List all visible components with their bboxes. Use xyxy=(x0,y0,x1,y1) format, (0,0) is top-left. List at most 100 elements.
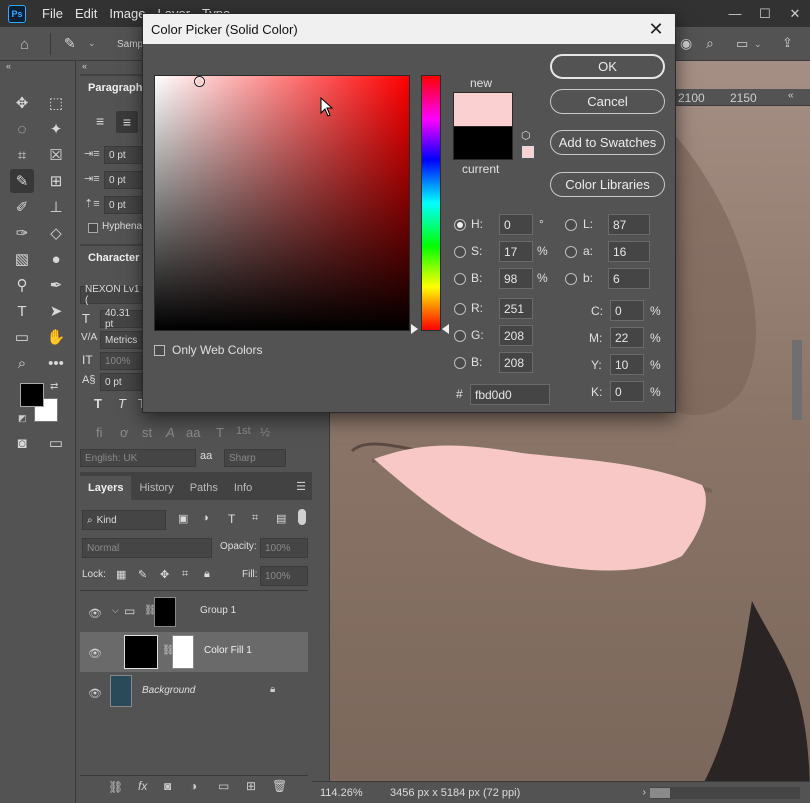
magic-wand-icon[interactable]: ✦ xyxy=(44,117,68,141)
home-icon[interactable]: ⌂ xyxy=(20,36,29,53)
blur-tool-icon[interactable]: ● xyxy=(44,247,68,271)
filter-adjustment-icon[interactable]: ◑ xyxy=(202,512,209,524)
hue-slider[interactable] xyxy=(421,75,441,331)
gradient-tool-icon[interactable]: ▧ xyxy=(10,247,34,271)
more-tools-icon[interactable]: ••• xyxy=(44,351,68,375)
brush-tool-icon[interactable]: ✐ xyxy=(10,195,34,219)
current-color-swatch[interactable] xyxy=(453,126,513,160)
saturation-brightness-field[interactable] xyxy=(154,75,410,331)
spot-healing-icon[interactable]: ⊞ xyxy=(44,169,68,193)
lock-artboard-icon[interactable]: ⌗ xyxy=(182,568,188,581)
red-input[interactable]: 251 xyxy=(499,298,533,319)
align-center-icon[interactable]: ≡ xyxy=(116,111,138,133)
lasso-tool-icon[interactable]: ◌ xyxy=(10,117,34,141)
blend-mode-select[interactable]: Normal xyxy=(82,538,212,558)
foreground-color-swatch[interactable] xyxy=(20,383,44,407)
zoom-level[interactable]: 114.26% xyxy=(320,787,380,799)
layer-row-group[interactable]: 👁︎ ⌵ ▭ ⛓ Group 1 xyxy=(80,592,308,632)
color-marker[interactable] xyxy=(193,76,205,88)
out-of-gamut-cube-icon[interactable]: ⬡ xyxy=(521,129,531,142)
collapse-icon[interactable]: « xyxy=(6,61,11,71)
minimize-icon[interactable]: — xyxy=(720,0,750,27)
web-safe-swatch[interactable] xyxy=(522,146,534,158)
font-size-field[interactable]: 40.31 pt xyxy=(100,308,142,330)
blue-input[interactable]: 208 xyxy=(499,352,533,373)
brightness-input[interactable]: 98 xyxy=(499,268,533,289)
magenta-input[interactable]: 22 xyxy=(610,327,644,348)
baseline-shift-field[interactable]: 0 pt xyxy=(100,373,142,391)
tab-history[interactable]: History xyxy=(131,476,181,500)
tab-character[interactable]: Character xyxy=(80,246,148,270)
history-brush-icon[interactable]: ✑ xyxy=(10,221,34,245)
add-to-swatches-button[interactable]: Add to Swatches xyxy=(550,130,665,155)
zoom-tool-icon[interactable]: ⌕ xyxy=(10,351,34,375)
eyedropper-tool-icon[interactable]: ✎ xyxy=(64,35,76,52)
a-channel-radio[interactable] xyxy=(565,246,577,258)
account-icon[interactable]: ◉ xyxy=(680,35,692,52)
red-radio[interactable] xyxy=(454,303,466,315)
stamp-tool-icon[interactable]: ⊥ xyxy=(44,195,68,219)
collapse-icon[interactable]: « xyxy=(788,90,794,101)
green-radio[interactable] xyxy=(454,330,466,342)
layer-style-icon[interactable]: fx xyxy=(138,779,147,793)
type-tool-icon[interactable]: T xyxy=(10,299,34,323)
align-left-icon[interactable]: ≡ xyxy=(96,113,104,129)
rectangle-tool-icon[interactable]: ▭ xyxy=(10,325,34,349)
share-icon[interactable]: ⇪ xyxy=(782,35,793,51)
vertical-scrollbar-thumb[interactable] xyxy=(792,340,802,420)
dodge-tool-icon[interactable]: ⚲ xyxy=(10,273,34,297)
filter-shape-icon[interactable]: ⌗ xyxy=(252,512,258,525)
faux-bold-button[interactable]: T xyxy=(94,396,102,411)
tab-info[interactable]: Info xyxy=(226,476,260,500)
collapse-icon[interactable]: « xyxy=(82,61,87,71)
stylistic-alternates-button[interactable]: aa xyxy=(186,425,200,440)
filter-type-icon[interactable]: T xyxy=(228,512,235,526)
saturation-input[interactable]: 17 xyxy=(499,241,533,262)
layer-filter-select[interactable]: ⌕ Kind xyxy=(82,510,166,530)
screen-mode-icon[interactable]: ▭ xyxy=(44,431,68,455)
panel-menu-icon[interactable]: ☰ xyxy=(296,480,306,493)
b-channel-input[interactable]: 6 xyxy=(608,268,650,289)
green-input[interactable]: 208 xyxy=(499,325,533,346)
adjustment-layer-icon[interactable]: ◑ xyxy=(190,779,197,793)
cancel-button[interactable]: Cancel xyxy=(550,89,665,114)
fill-field[interactable]: 100% xyxy=(260,566,308,586)
path-selection-icon[interactable]: ➤ xyxy=(44,299,68,323)
lightness-input[interactable]: 87 xyxy=(608,214,650,235)
old-style-button[interactable]: ơ xyxy=(120,425,129,440)
ok-button[interactable]: OK xyxy=(550,54,665,79)
tab-paths[interactable]: Paths xyxy=(182,476,226,500)
hue-slider-handle-left[interactable] xyxy=(411,324,418,334)
tab-layers[interactable]: Layers xyxy=(80,476,132,500)
tab-paragraph[interactable]: Paragraph xyxy=(80,76,151,100)
add-mask-icon[interactable]: ◙ xyxy=(164,779,171,793)
fractions-button[interactable]: ½ xyxy=(260,425,270,439)
color-libraries-button[interactable]: Color Libraries xyxy=(550,172,665,197)
lock-position-icon[interactable]: ✥ xyxy=(160,568,169,581)
marquee-tool-icon[interactable]: ⬚ xyxy=(44,91,68,115)
visibility-eye-icon[interactable]: 👁︎ xyxy=(88,687,102,700)
blue-radio[interactable] xyxy=(454,357,466,369)
kerning-field[interactable]: Metrics xyxy=(100,331,142,349)
horizontal-scrollbar[interactable] xyxy=(650,786,800,799)
layer-row-color-fill[interactable]: 👁︎ ⛓ Color Fill 1 xyxy=(80,632,308,672)
close-icon[interactable]: ✕ xyxy=(645,18,667,40)
crop-tool-icon[interactable]: ⌗ xyxy=(10,143,34,167)
vertical-scale-field[interactable]: 100% xyxy=(100,352,142,370)
frame-tool-icon[interactable]: ☒ xyxy=(44,143,68,167)
ligatures-button[interactable]: fi xyxy=(96,425,103,440)
swash-button[interactable]: A xyxy=(166,425,175,440)
link-layers-icon[interactable]: ⛓ xyxy=(108,780,123,794)
chevron-down-icon[interactable]: ⌵ xyxy=(112,605,119,616)
maximize-icon[interactable]: ☐ xyxy=(750,0,780,27)
delete-layer-icon[interactable]: 🗑︎ xyxy=(272,779,287,793)
hue-slider-handle-right[interactable] xyxy=(442,324,449,334)
pen-tool-icon[interactable]: ✒ xyxy=(44,273,68,297)
close-window-icon[interactable]: ✕ xyxy=(780,0,810,27)
quick-mask-icon[interactable]: ◙ xyxy=(10,431,34,455)
lock-transparent-icon[interactable]: ▦ xyxy=(116,568,126,581)
yellow-input[interactable]: 10 xyxy=(610,354,644,375)
titling-alternates-button[interactable]: T xyxy=(216,425,224,440)
search-icon[interactable]: ⌕ xyxy=(706,35,714,52)
hex-input[interactable]: fbd0d0 xyxy=(470,384,550,405)
